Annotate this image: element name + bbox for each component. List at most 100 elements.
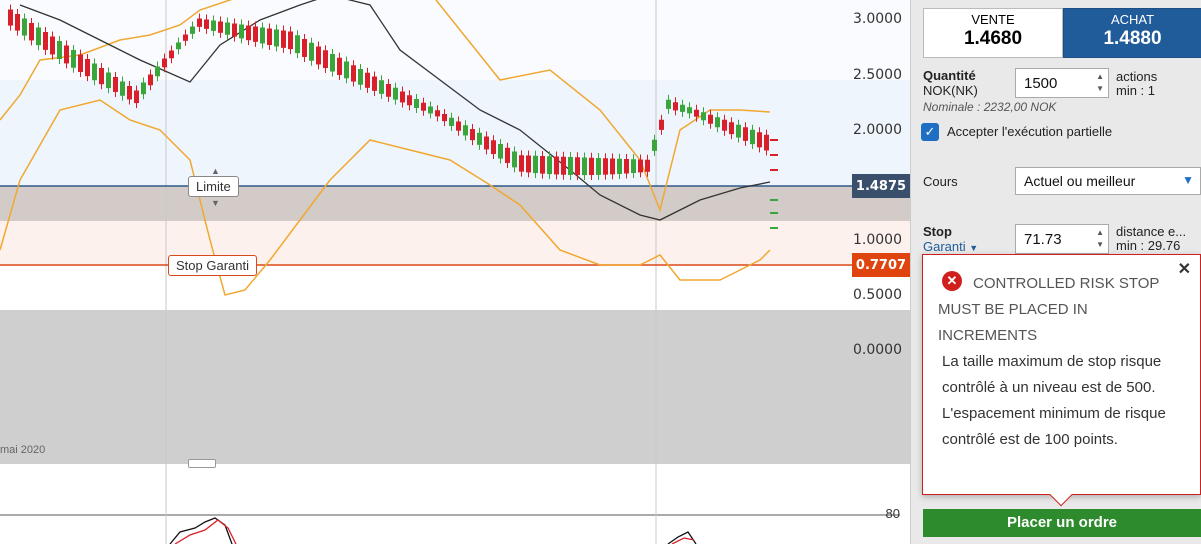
candle-body [260, 27, 265, 44]
error-icon: ✕ [942, 271, 962, 291]
stop-value: 71.73 [1024, 231, 1062, 248]
sell-button[interactable]: VENTE 1.4680 [923, 8, 1063, 58]
candle-body [358, 69, 363, 85]
candle-body [470, 129, 475, 141]
candle-body [596, 158, 601, 175]
candle-body [645, 159, 650, 172]
stop-distance-label: distance e... [1116, 224, 1187, 239]
quantity-label: Quantité [923, 68, 976, 83]
quantity-input[interactable]: 1500 ▲ ▼ [1015, 68, 1109, 98]
buy-label: ACHAT [1110, 12, 1155, 27]
candle-body [176, 42, 181, 50]
candle-body [631, 159, 636, 173]
candle-body [540, 156, 545, 174]
candle-body [113, 77, 118, 92]
candle-body [575, 157, 580, 176]
candle-body [400, 91, 405, 103]
candle-body [316, 46, 321, 65]
candle-body [477, 132, 482, 145]
candle-body [204, 19, 209, 29]
candle-body [736, 124, 741, 138]
candle-body [568, 157, 573, 175]
buy-button[interactable]: ACHAT 1.4880 [1063, 8, 1201, 58]
candle-body [302, 39, 307, 57]
trading-screen: 3.0000 2.5000 2.0000 1.0000 0.5000 0.000… [0, 0, 1201, 544]
candle-body [414, 99, 419, 108]
sell-label: VENTE [971, 12, 1015, 27]
candle-body [330, 54, 335, 72]
candle-body [295, 35, 300, 54]
candle-body [659, 119, 664, 130]
error-message: La taille maximum de stop risque contrôl… [942, 353, 1166, 448]
candle-body [484, 136, 489, 150]
chart-canvas [0, 0, 910, 544]
stop-type-value: Garanti [923, 239, 966, 254]
stop-distance-input[interactable]: 71.73 ▲ ▼ [1015, 224, 1109, 254]
candle-body [239, 24, 244, 39]
candle-body [246, 25, 251, 41]
candle-body [610, 158, 615, 175]
axis-label-2-5: 2.5000 [853, 67, 902, 83]
candle-body [638, 159, 643, 173]
partial-exec-label: Accepter l'exécution partielle [947, 124, 1113, 139]
candle-body [162, 58, 167, 68]
date-axis-label: mai 2020 [0, 444, 46, 456]
candle-body [449, 117, 454, 126]
candle-body [554, 156, 559, 175]
candle-body [687, 107, 692, 114]
axis-label-1: 1.0000 [853, 232, 902, 248]
candle-body [379, 80, 384, 94]
candle-body [442, 114, 447, 122]
candle-body [120, 81, 125, 96]
candle-body [582, 157, 587, 176]
candle-body [141, 82, 146, 95]
stop-min: min : 29.76 [1116, 238, 1181, 253]
candle-body [8, 9, 13, 26]
candle-body [526, 155, 531, 173]
candle-body [666, 99, 671, 109]
quantity-currency: NOK(NK) [923, 83, 978, 98]
candle-body [715, 117, 720, 128]
candle-body [92, 63, 97, 81]
candle-body [386, 84, 391, 97]
nominal-value: Nominale : 2232,00 NOK [923, 100, 1057, 114]
candle-body [85, 59, 90, 77]
candle-body [463, 125, 468, 136]
price-chart[interactable]: 3.0000 2.5000 2.0000 1.0000 0.5000 0.000… [0, 0, 910, 544]
limit-tag[interactable]: Limite [188, 176, 239, 197]
stop-tag[interactable]: Stop Garanti [168, 255, 257, 276]
candle-body [309, 42, 314, 61]
candle-body [428, 106, 433, 114]
limit-drag-up-icon[interactable]: ▲ [211, 166, 220, 176]
partial-exec-checkbox[interactable]: ✓ [921, 123, 939, 141]
stop-type-dropdown[interactable]: Garanti ▼ [923, 239, 978, 254]
axis-label-3: 3.0000 [853, 11, 902, 27]
stop-label: Stop [923, 224, 952, 239]
candle-body [281, 30, 286, 48]
candle-body [722, 119, 727, 131]
candle-body [344, 61, 349, 79]
candle-body [680, 104, 685, 112]
candle-body [351, 65, 356, 82]
candle-body [365, 72, 370, 88]
candle-body [71, 50, 76, 68]
candle-body [99, 68, 104, 85]
candle-body [148, 74, 153, 86]
stop-stepper[interactable]: ▲ ▼ [1096, 227, 1104, 251]
candle-body [225, 22, 230, 35]
candle-body [561, 156, 566, 175]
candle-body [652, 139, 657, 151]
candle-body [155, 66, 160, 77]
quantity-stepper[interactable]: ▲ ▼ [1096, 71, 1104, 95]
candle-body [393, 87, 398, 100]
limit-drag-down-icon[interactable]: ▼ [211, 198, 220, 208]
candle-body [624, 159, 629, 174]
pane-resize-handle[interactable] [188, 459, 216, 468]
axis-label-0-5: 0.5000 [853, 287, 902, 303]
candle-body [323, 50, 328, 69]
current-price-tag: 1.4875 [852, 174, 910, 198]
candle-body [36, 27, 41, 46]
place-order-button[interactable]: Placer un ordre [923, 509, 1201, 537]
price-type-select[interactable]: Actuel ou meilleur ▼ [1015, 167, 1201, 195]
candle-body [701, 112, 706, 121]
